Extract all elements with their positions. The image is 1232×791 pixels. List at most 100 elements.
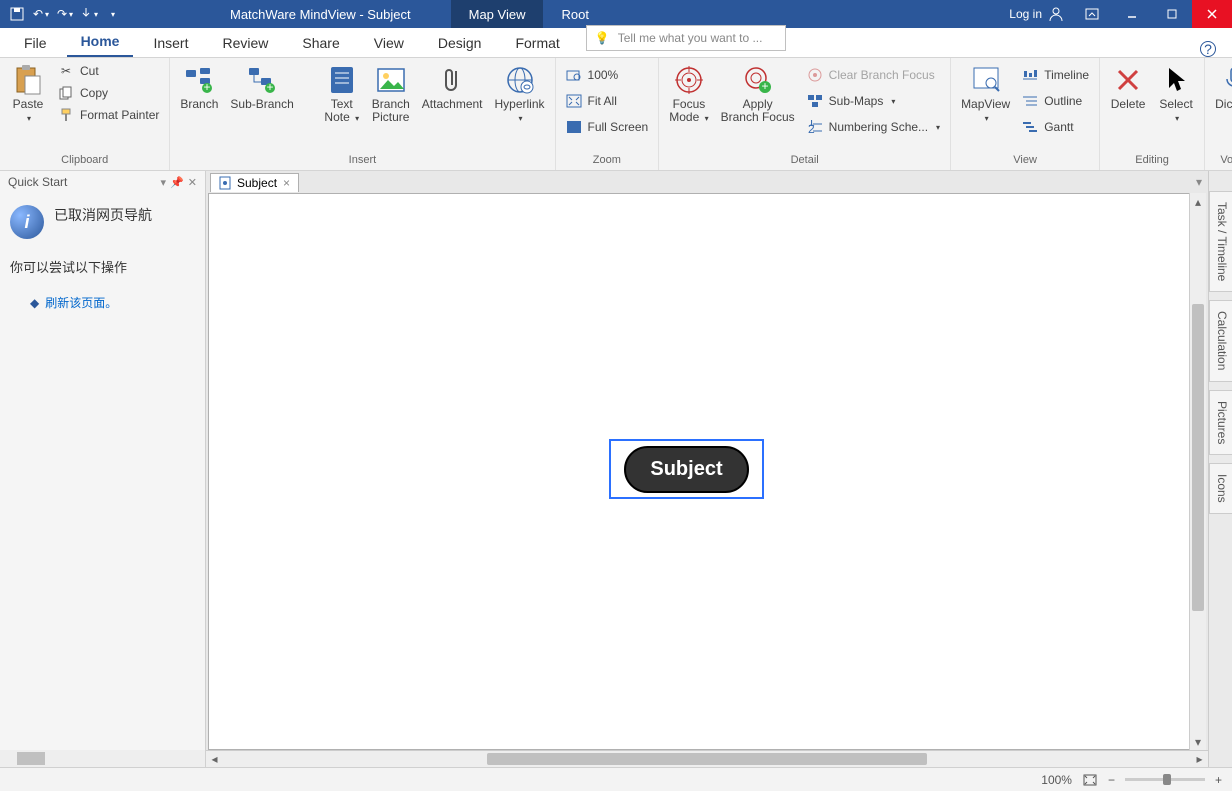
close-button[interactable] [1192, 0, 1232, 28]
zoom-out-icon[interactable]: − [1108, 773, 1115, 787]
note-icon [326, 64, 358, 96]
tab-file[interactable]: File [10, 31, 61, 57]
zoom-100-icon [566, 67, 582, 83]
zoom-level[interactable]: 100% [1041, 773, 1072, 787]
cut-button[interactable]: ✂Cut [54, 61, 163, 81]
close-panel-icon[interactable]: ✕ [188, 176, 197, 189]
paste-button[interactable]: Paste▾ [6, 61, 50, 128]
svg-text:+: + [204, 80, 211, 94]
redo-icon[interactable]: ↷▾ [54, 3, 76, 25]
pin-icon[interactable]: 📌 [170, 176, 184, 189]
status-bar: 100% − + [0, 767, 1232, 791]
panel-options-icon[interactable]: ▾ [161, 176, 167, 189]
side-tab-pictures[interactable]: Pictures [1209, 390, 1232, 455]
side-tab-calculation[interactable]: Calculation [1209, 300, 1232, 381]
branch-button[interactable]: +Branch [176, 61, 222, 114]
tab-options-icon[interactable]: ▾ [1196, 175, 1202, 189]
side-tab-icons[interactable]: Icons [1209, 463, 1232, 514]
login-button[interactable]: Log in [1001, 6, 1072, 22]
refresh-link[interactable]: 刷新该页面。 [45, 296, 117, 310]
paperclip-icon [436, 64, 468, 96]
full-screen-button[interactable]: Full Screen [562, 117, 653, 137]
tab-insert[interactable]: Insert [139, 31, 202, 57]
tab-home[interactable]: Home [67, 29, 134, 57]
sub-branch-button[interactable]: +Sub-Branch [226, 61, 297, 114]
v-scrollbar[interactable]: ▴▾ [1189, 193, 1206, 750]
branch-picture-button[interactable]: Branch Picture [368, 61, 414, 127]
tab-review[interactable]: Review [208, 31, 282, 57]
text-note-button[interactable]: Text Note ▾ [320, 61, 364, 128]
format-painter-button[interactable]: Format Painter [54, 105, 163, 125]
save-icon[interactable] [6, 3, 28, 25]
group-clipboard: Clipboard [6, 152, 163, 168]
tab-design[interactable]: Design [424, 31, 496, 57]
mapview-icon [970, 64, 1002, 96]
numbering-scheme-button[interactable]: 12Numbering Sche...▾ [803, 117, 944, 137]
attachment-button[interactable]: Attachment [418, 61, 487, 114]
group-voice: Voice [1211, 152, 1232, 168]
hyperlink-button[interactable]: Hyperlink▾ [491, 61, 549, 128]
picture-icon [375, 64, 407, 96]
touch-mode-icon[interactable]: ▾ [78, 3, 100, 25]
zoom-slider[interactable] [1125, 778, 1205, 781]
timeline-button[interactable]: Timeline [1018, 65, 1093, 85]
clear-branch-focus-button[interactable]: Clear Branch Focus [803, 65, 944, 85]
root-node[interactable]: Subject [624, 446, 748, 493]
ribbon-display-icon[interactable] [1072, 0, 1112, 28]
qat-customize-icon[interactable]: ▾ [102, 3, 124, 25]
scroll-up-icon[interactable]: ▴ [1190, 193, 1206, 210]
focus-mode-button[interactable]: Focus Mode ▾ [665, 61, 712, 128]
tab-root[interactable]: Root [543, 0, 606, 28]
side-tab-task-timeline[interactable]: Task / Timeline [1209, 191, 1232, 292]
apply-branch-focus-button[interactable]: +Apply Branch Focus [717, 61, 799, 127]
gantt-icon [1022, 119, 1038, 135]
tab-format[interactable]: Format [501, 31, 573, 57]
sub-maps-button[interactable]: Sub-Maps▾ [803, 91, 944, 111]
fit-all-button[interactable]: Fit All [562, 91, 653, 111]
brush-icon [58, 107, 74, 123]
tab-share[interactable]: Share [288, 31, 353, 57]
zoom-100-button[interactable]: 100% [562, 65, 653, 85]
submaps-icon [807, 93, 823, 109]
copy-button[interactable]: Copy [54, 83, 163, 103]
outline-icon [1022, 93, 1038, 109]
zoom-in-icon[interactable]: + [1215, 773, 1222, 787]
tab-view[interactable]: View [360, 31, 418, 57]
sub-branch-icon: + [246, 64, 278, 96]
outline-button[interactable]: Outline [1018, 91, 1093, 111]
copy-icon [58, 85, 74, 101]
select-button[interactable]: Select▾ [1154, 61, 1198, 128]
gantt-button[interactable]: Gantt [1018, 117, 1093, 137]
scroll-left-icon[interactable]: ◂ [206, 751, 223, 767]
quick-start-panel: Quick Start ▾ 📌 ✕ i 已取消网页导航 你可以尝试以下操作 ◆刷… [0, 171, 206, 767]
quick-access-toolbar: ↶▾ ↷▾ ▾ ▾ [0, 3, 130, 25]
undo-icon[interactable]: ↶▾ [30, 3, 52, 25]
help-icon[interactable]: ? [1200, 41, 1216, 57]
scroll-right-icon[interactable]: ▸ [1191, 751, 1208, 767]
tab-map-view[interactable]: Map View [451, 0, 544, 28]
group-insert: Insert [176, 152, 548, 168]
clipboard-icon [12, 64, 44, 96]
close-tab-icon[interactable]: × [283, 176, 290, 190]
document-tab[interactable]: Subject × [210, 173, 299, 192]
qs-h-scrollbar[interactable] [0, 750, 205, 767]
user-icon [1048, 6, 1064, 22]
maximize-button[interactable] [1152, 0, 1192, 28]
tell-me-search[interactable]: 💡Tell me what you want to ... [586, 25, 786, 51]
qs-message: 已取消网页导航 [54, 205, 152, 225]
lightbulb-icon: 💡 [595, 31, 610, 45]
delete-button[interactable]: Delete [1106, 61, 1150, 114]
fit-page-icon[interactable] [1082, 773, 1098, 787]
info-icon: i [10, 205, 44, 239]
fit-all-icon [566, 93, 582, 109]
scroll-down-icon[interactable]: ▾ [1190, 733, 1206, 750]
mindmap-canvas[interactable]: Subject [208, 193, 1206, 750]
minimize-button[interactable] [1112, 0, 1152, 28]
h-scrollbar[interactable]: ◂▸ [206, 750, 1208, 767]
mapview-button[interactable]: MapView▾ [957, 61, 1014, 128]
dictate-button[interactable]: Dictate▾ [1211, 61, 1232, 128]
context-tabs: Map View Root [451, 0, 607, 28]
root-node-selection[interactable]: Subject [609, 439, 764, 499]
ribbon-tabs: File Home Insert Review Share View Desig… [0, 28, 1232, 58]
cursor-icon [1160, 64, 1192, 96]
